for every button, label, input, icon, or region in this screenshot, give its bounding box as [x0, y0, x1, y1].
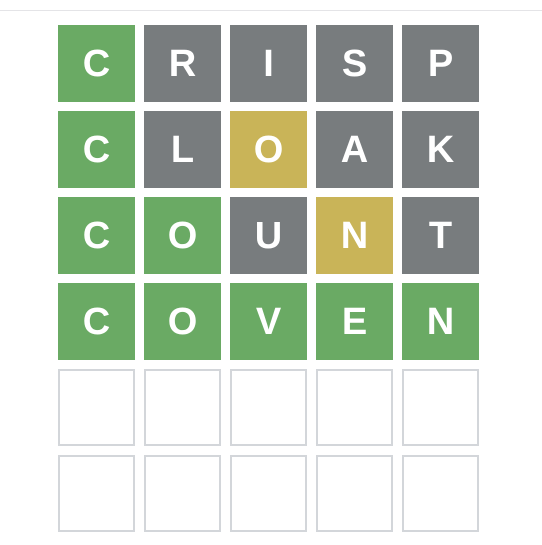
letter-tile: C	[58, 197, 135, 274]
letter-tile: O	[230, 111, 307, 188]
letter-tile: N	[316, 197, 393, 274]
empty-tile	[402, 455, 479, 532]
letter-tile: S	[316, 25, 393, 102]
empty-tile	[144, 455, 221, 532]
empty-tile	[402, 369, 479, 446]
empty-tile	[58, 455, 135, 532]
letter-tile: A	[316, 111, 393, 188]
letter-tile: R	[144, 25, 221, 102]
letter-tile: I	[230, 25, 307, 102]
letter-tile: E	[316, 283, 393, 360]
empty-tile	[144, 369, 221, 446]
letter-tile: V	[230, 283, 307, 360]
letter-tile: P	[402, 25, 479, 102]
empty-tile	[316, 369, 393, 446]
letter-tile: C	[58, 25, 135, 102]
header-divider	[0, 10, 542, 11]
letter-tile: N	[402, 283, 479, 360]
letter-tile: T	[402, 197, 479, 274]
letter-tile: K	[402, 111, 479, 188]
empty-tile	[230, 455, 307, 532]
game-board: CRISPCLOAKCOUNTCOVEN	[58, 25, 479, 532]
letter-tile: C	[58, 283, 135, 360]
empty-tile	[230, 369, 307, 446]
empty-tile	[316, 455, 393, 532]
letter-tile: O	[144, 197, 221, 274]
empty-tile	[58, 369, 135, 446]
letter-tile: O	[144, 283, 221, 360]
letter-tile: L	[144, 111, 221, 188]
letter-tile: C	[58, 111, 135, 188]
letter-tile: U	[230, 197, 307, 274]
